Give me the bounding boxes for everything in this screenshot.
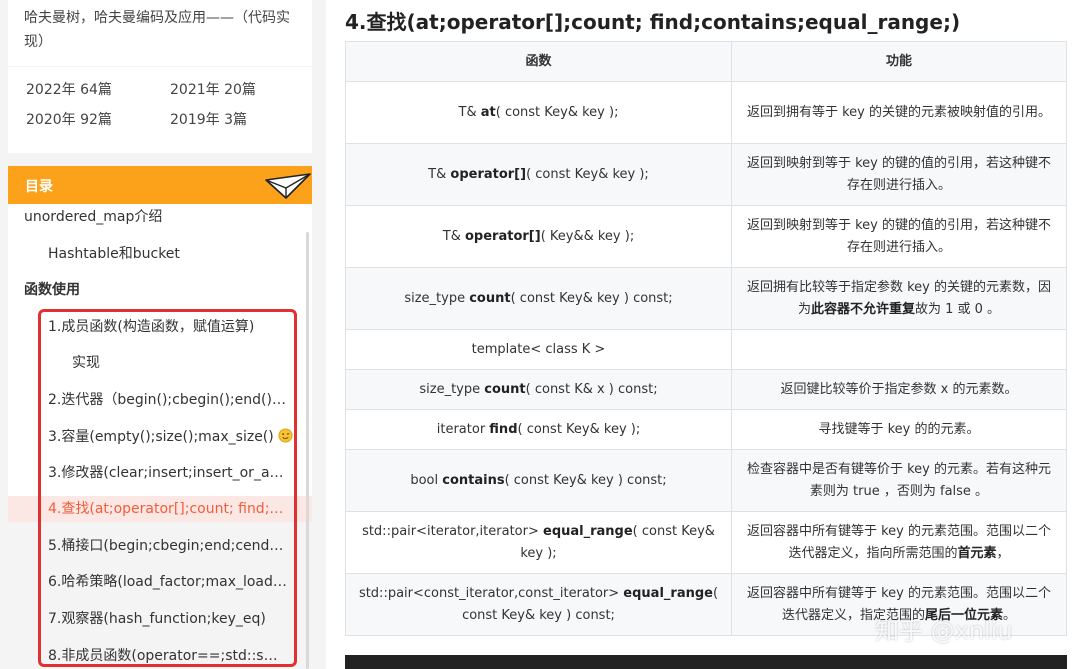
table-row: std::pair<iterator,iterator> equal_range… [345, 511, 1067, 574]
function-signature-suffix: ( const Key& key ) const; [510, 290, 673, 306]
archive-list: 2022年 64篇 2021年 20篇 2020年 92篇 2019年 3篇 [26, 81, 312, 129]
description-cell: 返回键比较等价于指定参数 x 的元素数。 [731, 369, 1067, 410]
function-cell: size_type count( const Key& key ) const; [345, 267, 732, 330]
function-signature-prefix: T& [458, 104, 481, 120]
function-signature-prefix: size_type [419, 381, 485, 397]
function-signature-suffix: ( const Key& key ); [526, 166, 649, 182]
function-signature-prefix: iterator [436, 421, 490, 437]
function-cell: T& operator[]( Key&& key ); [345, 205, 732, 268]
related-article-card: 哈夫曼树，哈夫曼编码及应用——（代码实现） [8, 0, 312, 66]
table-row: T& operator[]( Key&& key ); 返回到映射到等于 key … [345, 205, 1067, 268]
function-name: operator[] [450, 166, 527, 182]
function-cell: T& operator[]( const Key& key ); [345, 143, 732, 206]
section-title: 4.查找(at;operator[];count; find;contains;… [345, 10, 961, 34]
function-signature-prefix: T& [442, 228, 465, 244]
archive-item-2019[interactable]: 2019年 3篇 [170, 111, 314, 129]
watermark: 知乎 @xnliu [875, 617, 1013, 645]
table-row: bool contains( const Key& key ) const; 检查… [345, 449, 1067, 512]
toc-scrollbar[interactable] [306, 232, 309, 669]
table-row: T& at( const Key& key ); 返回到拥有等于 key 的关键的… [345, 81, 1067, 144]
function-signature-prefix: template< class K > [471, 341, 606, 357]
description-cell: 返回到映射到等于 key 的键的值的引用，若这种键不存在则进行插入。 [731, 143, 1067, 206]
function-cell: template< class K > [345, 329, 732, 370]
description-emphasis: 此容器不允许重复 [810, 301, 915, 317]
description-cell: 返回到映射到等于 key 的键的值的引用，若这种键不存在则进行插入。 [731, 205, 1067, 268]
description-text: ， [996, 545, 1010, 561]
description-text: 返回到拥有等于 key 的关键的元素被映射值的引用。 [746, 104, 1052, 120]
function-signature-prefix: std::pair<iterator,iterator> [362, 523, 543, 539]
description-text: 返回键比较等价于指定参数 x 的元素数。 [780, 381, 1018, 397]
description-cell: 返回拥有比较等于指定参数 key 的关键的元素数，因为此容器不允许重复故为 1 … [731, 267, 1067, 330]
description-cell: 寻找键等于 key 的的元素。 [731, 409, 1067, 450]
function-signature-suffix: ( const K& x ) const; [525, 381, 658, 397]
toc-item-hashtable[interactable]: Hashtable和bucket [48, 244, 180, 264]
description-cell: 返回容器中所有键等于 key 的元素范围。范围以二个迭代器定义，指向所需范围的首… [731, 511, 1067, 574]
function-name: at [480, 104, 496, 120]
function-signature-prefix: bool [410, 472, 443, 488]
description-cell [731, 329, 1067, 370]
description-cell: 检查容器中是否有键等价于 key 的元素。若有这种元素则为 true ，否则为 … [731, 449, 1067, 512]
toc-item-usage[interactable]: 函数使用 [24, 280, 80, 300]
function-table: 函数 功能 T& at( const Key& key ); 返回到拥有等于 ke… [345, 41, 1067, 636]
function-cell: std::pair<iterator,iterator> equal_range… [345, 511, 732, 574]
function-signature-suffix: ( const Key& key ); [495, 104, 619, 120]
highlight-annotation-box [38, 309, 297, 667]
table-header-row: 函数 功能 [345, 41, 1067, 82]
description-emphasis: 首元素 [957, 545, 997, 561]
table-row: template< class K > [345, 329, 1067, 370]
description-text: 寻找键等于 key 的的元素。 [818, 421, 980, 437]
archive-item-2020[interactable]: 2020年 92篇 [26, 111, 170, 129]
left-sidebar: 哈夫曼树，哈夫曼编码及应用——（代码实现） 2022年 64篇 2021年 20… [0, 0, 326, 669]
description-text: 故为 1 或 0 。 [914, 301, 1001, 317]
function-name: find [489, 421, 518, 437]
function-signature-suffix: ( const Key& key ) const; [504, 472, 667, 488]
description-text: 检查容器中是否有键等价于 key 的元素。若有这种元素则为 true ，否则为 … [746, 461, 1052, 499]
function-name: count [484, 381, 526, 397]
table-row: size_type count( const K& x ) const; 返回键比… [345, 369, 1067, 410]
function-name: operator[] [465, 228, 541, 244]
archive-card: 2022年 64篇 2021年 20篇 2020年 92篇 2019年 3篇 [8, 67, 312, 153]
toc-item-intro[interactable]: unordered_map介绍 [24, 207, 162, 227]
function-signature-prefix: size_type [404, 290, 470, 306]
function-name: equal_range [623, 585, 713, 601]
archive-item-2022[interactable]: 2022年 64篇 [26, 81, 170, 99]
function-cell: std::pair<const_iterator,const_iterator>… [345, 573, 732, 636]
function-signature-suffix: ( Key&& key ); [540, 228, 635, 244]
table-row: iterator find( const Key& key ); 寻找键等于 ke… [345, 409, 1067, 450]
description-text: 返回到映射到等于 key 的键的值的引用，若这种键不存在则进行插入。 [746, 217, 1052, 255]
bottom-divider-bar [345, 655, 1067, 669]
function-name: equal_range [543, 523, 633, 539]
related-article-link[interactable]: 哈夫曼树，哈夫曼编码及应用——（代码实现） [24, 6, 296, 54]
toc-title: 目录 [25, 179, 53, 195]
function-cell: iterator find( const Key& key ); [345, 409, 732, 450]
function-name: count [469, 290, 511, 306]
header-description: 功能 [731, 41, 1067, 82]
archive-item-2021[interactable]: 2021年 20篇 [170, 81, 314, 99]
function-cell: bool contains( const Key& key ) const; [345, 449, 732, 512]
description-cell: 返回到拥有等于 key 的关键的元素被映射值的引用。 [731, 81, 1067, 144]
description-text: 返回到映射到等于 key 的键的值的引用，若这种键不存在则进行插入。 [746, 155, 1052, 193]
toc-header: 目录 [8, 166, 312, 204]
function-signature-prefix: T& [428, 166, 451, 182]
function-cell: size_type count( const K& x ) const; [345, 369, 732, 410]
table-body: T& at( const Key& key ); 返回到拥有等于 key 的关键的… [345, 81, 1067, 636]
function-cell: T& at( const Key& key ); [345, 81, 732, 144]
table-row: size_type count( const Key& key ) const;… [345, 267, 1067, 330]
function-name: contains [442, 472, 505, 488]
function-signature-prefix: std::pair<const_iterator,const_iterator> [358, 585, 624, 601]
function-signature-suffix: ( const Key& key ); [517, 421, 641, 437]
header-function: 函数 [345, 41, 732, 82]
table-row: T& operator[]( const Key& key ); 返回到映射到等于… [345, 143, 1067, 206]
paper-plane-icon [265, 173, 311, 199]
